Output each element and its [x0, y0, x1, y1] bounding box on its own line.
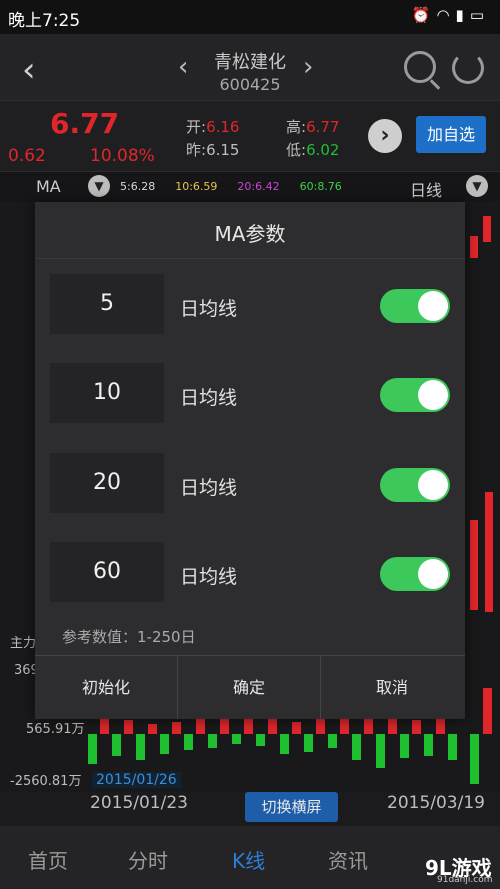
tab-kline[interactable]: K线 — [232, 845, 265, 874]
volume-bar — [485, 492, 493, 612]
open-price: 开:6.16 — [186, 116, 239, 137]
period-label: 日线 — [410, 181, 443, 200]
ma-row-label: 日均线 — [180, 298, 238, 320]
flow-bar — [483, 688, 492, 734]
section-label: 主力 — [10, 636, 37, 651]
ma-values: 5:6.28 10:6.59 20:6.42 60:8.76 — [120, 180, 362, 193]
flow-bar — [304, 734, 313, 752]
flow-bar — [256, 734, 265, 746]
battery-icon: ▭ — [469, 6, 490, 24]
flow-bar — [328, 734, 337, 748]
ma-toggle[interactable] — [380, 557, 450, 591]
tab-news[interactable]: 资讯 — [328, 845, 368, 874]
flow-bar — [292, 722, 301, 734]
low-value: 6.02 — [306, 141, 340, 159]
open-value: 6.16 — [206, 118, 240, 136]
flow-bar — [208, 734, 217, 748]
ma-dropdown-icon[interactable]: ▼ — [88, 175, 110, 197]
flow-bar — [412, 720, 421, 734]
flow-bar — [352, 734, 361, 760]
ma-value-1: 10:6.59 — [175, 180, 218, 193]
y-label-mid: 565.91万 — [26, 722, 85, 737]
toggle-knob — [418, 559, 448, 589]
ma-row-label: 日均线 — [180, 566, 238, 588]
next-stock-icon[interactable]: › — [303, 52, 313, 82]
x-start-date: 2015/01/23 — [90, 793, 188, 813]
search-icon[interactable] — [404, 51, 436, 83]
ma-label: MA — [36, 177, 61, 196]
price-change: 0.62 — [8, 146, 46, 166]
status-time: 晚上7:25 — [8, 11, 81, 31]
flow-bar — [448, 734, 457, 760]
flow-bar — [172, 722, 181, 734]
dialog-title: MA参数 — [214, 222, 286, 246]
ma-value-2: 20:6.42 — [237, 180, 280, 193]
flow-bar — [436, 718, 445, 734]
flow-bar — [148, 724, 157, 734]
flow-bar — [124, 720, 133, 734]
volume-bar — [470, 520, 478, 610]
tab-intraday[interactable]: 分时 — [128, 845, 168, 874]
watermark-url: 91danji.com — [437, 875, 493, 885]
price-change-pct: 10.08% — [90, 146, 155, 166]
flow-bar — [280, 734, 289, 754]
flow-bar — [470, 734, 479, 784]
candle — [483, 216, 491, 242]
ma-value-0: 5:6.28 — [120, 180, 156, 193]
flow-bar — [232, 734, 241, 744]
low-label: 低: — [286, 141, 307, 159]
ma-toggle[interactable] — [380, 378, 450, 412]
toggle-knob — [418, 380, 448, 410]
x-end-date: 2015/03/19 — [387, 793, 485, 813]
dialog-hint: 参考数值：1-250日 — [62, 628, 196, 646]
flow-bar — [160, 734, 169, 754]
flow-bar — [88, 734, 97, 764]
flow-bar — [268, 718, 277, 734]
flow-bar — [424, 734, 433, 756]
ma-period-input[interactable]: 10 — [50, 363, 164, 423]
prev-close: 昨:6.15 — [186, 139, 239, 160]
flow-bar — [136, 734, 145, 760]
flow-bar — [400, 734, 409, 758]
ma-period-input[interactable]: 5 — [50, 274, 164, 334]
period-dropdown-icon[interactable]: ▼ — [466, 175, 488, 197]
selected-date: 2015/01/26 — [92, 772, 181, 788]
flow-bar — [184, 734, 193, 750]
prev-value: 6.15 — [206, 141, 240, 159]
prev-label: 昨: — [186, 141, 207, 159]
flow-bar — [112, 734, 121, 756]
reset-button[interactable]: 初始化 — [35, 656, 177, 719]
add-watchlist-button[interactable]: 加自选 — [416, 116, 486, 153]
switch-landscape-button[interactable]: 切换横屏 — [245, 792, 338, 822]
detail-arrow-icon[interactable]: › — [368, 119, 402, 153]
status-bar: 晚上7:25 ⏰◠▮▭ — [0, 0, 500, 34]
ma-row-label: 日均线 — [180, 387, 238, 409]
confirm-button[interactable]: 确定 — [178, 656, 320, 719]
open-label: 开: — [186, 118, 207, 136]
current-price: 6.77 — [50, 107, 120, 140]
status-icons: ⏰◠▮▭ — [412, 6, 490, 24]
signal-icon: ▮ — [455, 6, 470, 24]
high-label: 高: — [286, 118, 307, 136]
cancel-button[interactable]: 取消 — [321, 656, 463, 719]
ma-toggle[interactable] — [380, 468, 450, 502]
ma-row-label: 日均线 — [180, 477, 238, 499]
toggle-knob — [418, 470, 448, 500]
high-price: 高:6.77 — [286, 116, 339, 137]
ma-period-input[interactable]: 60 — [50, 542, 164, 602]
wifi-icon: ◠ — [436, 6, 456, 24]
ma-period-input[interactable]: 20 — [50, 453, 164, 513]
dialog-divider — [35, 258, 465, 259]
tab-home[interactable]: 首页 — [28, 845, 68, 874]
refresh-icon[interactable] — [452, 52, 484, 84]
y-label-bottom: -2560.81万 — [10, 774, 82, 789]
high-value: 6.77 — [306, 118, 340, 136]
flow-bar — [376, 734, 385, 768]
candle — [470, 236, 478, 258]
toggle-knob — [418, 291, 448, 321]
low-price: 低:6.02 — [286, 139, 339, 160]
ma-value-3: 60:8.76 — [299, 180, 342, 193]
ma-toggle[interactable] — [380, 289, 450, 323]
alarm-icon: ⏰ — [411, 6, 437, 24]
